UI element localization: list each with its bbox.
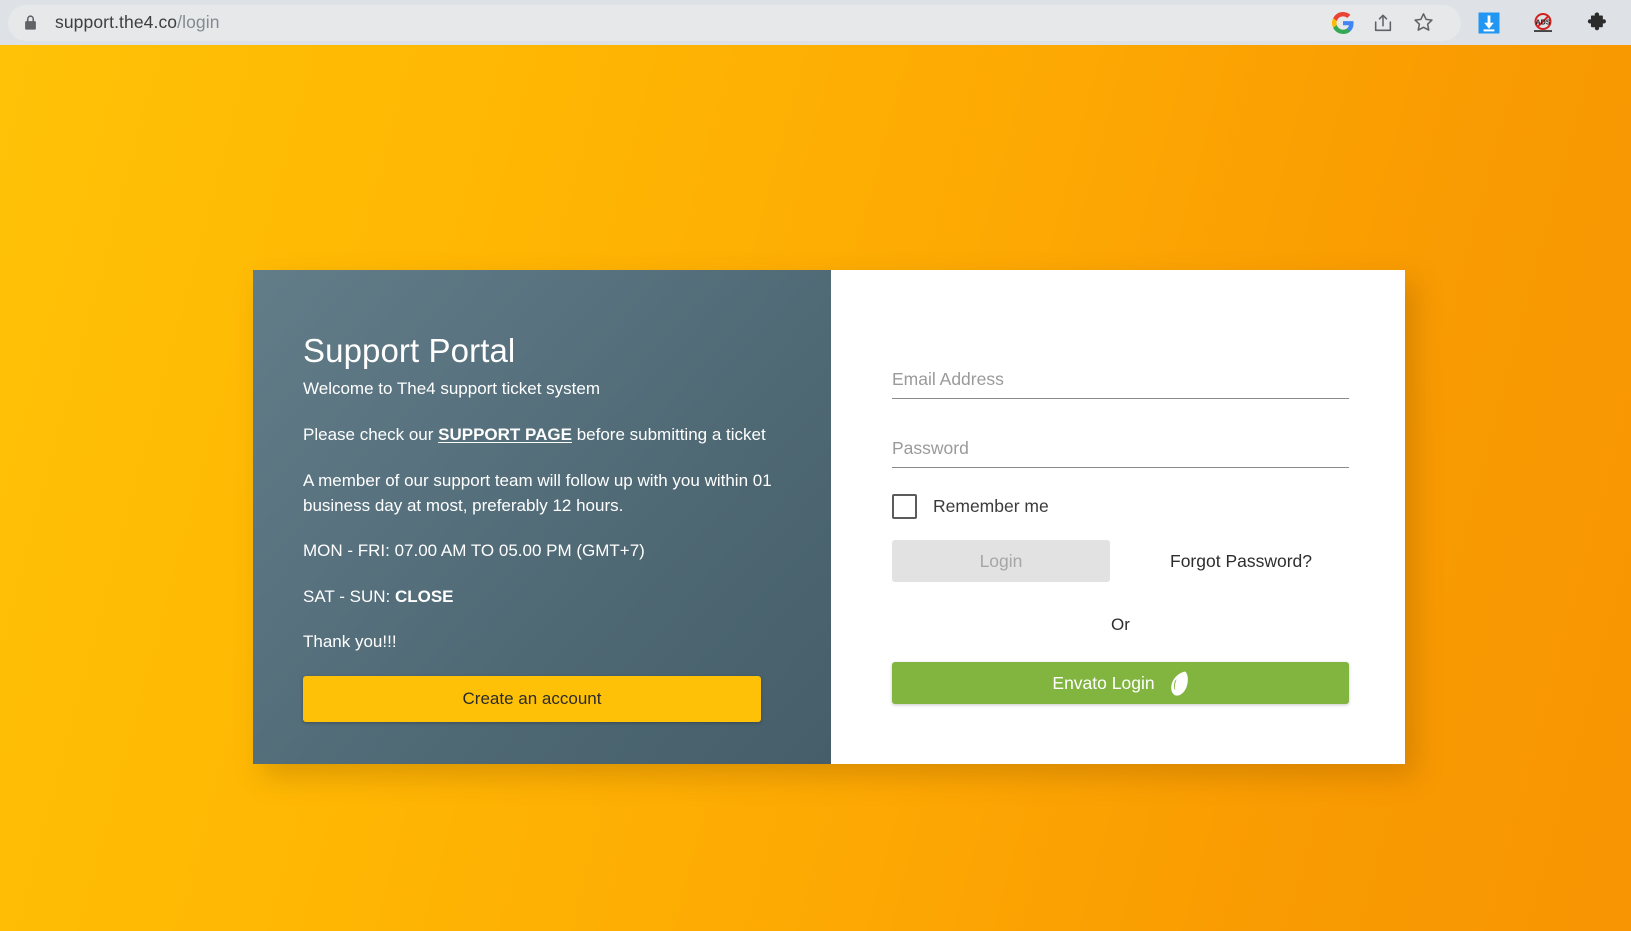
support-para-post: before submitting a ticket [571, 425, 766, 445]
weekend-hours-value: CLOSE [394, 586, 454, 606]
password-field-wrap [892, 435, 1349, 468]
envato-login-button[interactable]: Envato Login [892, 662, 1349, 704]
remember-me-row: Remember me [892, 494, 1349, 519]
page-title: Support Portal [303, 332, 516, 369]
password-input[interactable] [892, 435, 1349, 468]
login-form-panel: Remember me Login Forgot Password? Or En… [831, 270, 1405, 764]
or-separator-label: Or [1111, 615, 1130, 634]
login-action-row: Login Forgot Password? [892, 540, 1349, 582]
envato-leaf-icon [1170, 671, 1188, 696]
email-input[interactable] [892, 366, 1349, 399]
weekend-hours-label: SAT - SUN: [303, 586, 395, 606]
url-text: support.the4.co/login [55, 12, 220, 33]
support-para-pre: Please check our [303, 425, 439, 445]
lock-icon [25, 15, 36, 30]
svg-text:ADS: ADS [1535, 18, 1550, 26]
support-page-link[interactable]: SUPPORT PAGE [438, 425, 572, 444]
login-form: Remember me Login Forgot Password? Or En… [892, 366, 1349, 704]
followup-paragraph: A member of our support team will follow… [303, 470, 772, 515]
create-account-button[interactable]: Create an account [303, 676, 761, 723]
omnibox-actions [1323, 3, 1447, 43]
download-icon[interactable] [1469, 3, 1509, 43]
extension-icons: ADS [1461, 3, 1631, 43]
url-path: /login [177, 12, 220, 32]
remember-me-checkbox[interactable] [892, 494, 917, 519]
address-bar[interactable]: support.the4.co/login [8, 3, 1461, 43]
remember-me-label: Remember me [933, 496, 1049, 516]
info-panel: Support Portal Welcome to The4 support t… [253, 270, 831, 764]
bookmark-star-icon[interactable] [1403, 3, 1443, 43]
weekend-hours: SAT - SUN: CLOSE [303, 585, 781, 610]
envato-login-label: Envato Login [1052, 672, 1155, 693]
support-page-paragraph: Please check our SUPPORT PAGE before sub… [303, 423, 781, 448]
email-field-wrap [892, 366, 1349, 399]
thank-you-text: Thank you!!! [303, 632, 397, 652]
weekday-hours: MON - FRI: 07.00 AM TO 05.00 PM (GMT+7) [303, 541, 645, 561]
page-background: Support Portal Welcome to The4 support t… [0, 45, 1631, 931]
browser-toolbar: support.the4.co/login ADS [0, 0, 1631, 45]
portal-subtitle: Welcome to The4 support ticket system [303, 379, 600, 399]
login-card: Support Portal Welcome to The4 support t… [253, 270, 1405, 764]
share-icon[interactable] [1363, 3, 1403, 43]
google-icon[interactable] [1323, 3, 1363, 43]
forgot-password-link[interactable]: Forgot Password? [1170, 551, 1312, 572]
extensions-puzzle-icon[interactable] [1577, 3, 1617, 43]
adblock-icon[interactable]: ADS [1523, 3, 1563, 43]
login-button[interactable]: Login [892, 540, 1110, 582]
url-domain: support.the4.co [55, 12, 178, 32]
